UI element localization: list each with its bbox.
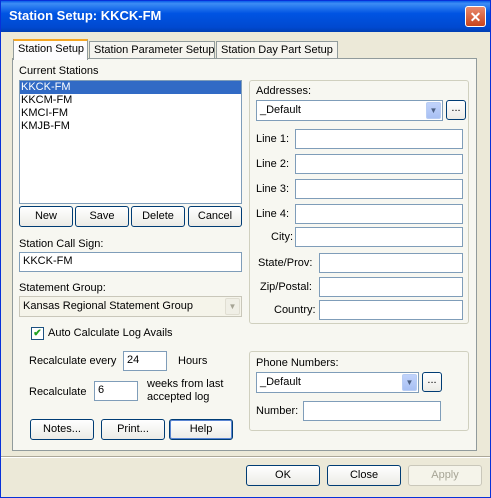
country-input[interactable] bbox=[319, 300, 463, 320]
phone-select[interactable]: _Default ▼ bbox=[256, 372, 419, 393]
city-label: City: bbox=[271, 231, 293, 243]
new-button[interactable]: New bbox=[19, 206, 73, 227]
line3-input[interactable] bbox=[295, 179, 463, 199]
state-input[interactable] bbox=[319, 253, 463, 273]
auto-calc-checkbox[interactable]: ✔ bbox=[31, 327, 44, 340]
weeks-label-line2: accepted log bbox=[147, 391, 210, 403]
close-window-button[interactable]: ✕ bbox=[465, 6, 486, 27]
close-button[interactable]: Close bbox=[327, 465, 401, 486]
line1-label: Line 1: bbox=[256, 133, 290, 145]
statement-group-label: Statement Group: bbox=[19, 282, 106, 294]
station-setup-dialog: Station Setup: KKCK-FM ✕ Station Setup S… bbox=[0, 0, 491, 498]
notes-button[interactable]: Notes... bbox=[30, 419, 94, 440]
close-icon: ✕ bbox=[469, 9, 482, 25]
line2-input[interactable] bbox=[295, 154, 463, 174]
save-button[interactable]: Save bbox=[75, 206, 129, 227]
statement-group-select[interactable]: Kansas Regional Statement Group ▼ bbox=[19, 296, 242, 317]
list-item[interactable]: KKCM-FM bbox=[20, 94, 241, 107]
tab-station-day-part-setup[interactable]: Station Day Part Setup bbox=[216, 41, 338, 59]
addresses-value: _Default bbox=[260, 104, 301, 116]
recalc-every-label: Recalculate every bbox=[29, 355, 117, 367]
line2-label: Line 2: bbox=[256, 158, 290, 170]
apply-button[interactable]: Apply bbox=[408, 465, 482, 486]
recalc-label: Recalculate bbox=[29, 386, 87, 398]
list-item[interactable]: KMCI-FM bbox=[20, 107, 241, 120]
cancel-button[interactable]: Cancel bbox=[188, 206, 242, 227]
phone-numbers-label: Phone Numbers: bbox=[256, 357, 339, 369]
tab-station-parameter-setup[interactable]: Station Parameter Setup bbox=[89, 41, 215, 59]
call-sign-label: Station Call Sign: bbox=[19, 238, 104, 250]
dialog-divider bbox=[1, 456, 490, 458]
hours-label: Hours bbox=[178, 355, 208, 367]
help-button[interactable]: Help bbox=[169, 419, 233, 440]
recalc-hours-input[interactable]: 24 bbox=[123, 351, 167, 371]
list-item[interactable]: KMJB-FM bbox=[20, 120, 241, 133]
auto-calc-label: Auto Calculate Log Avails bbox=[48, 327, 173, 339]
window-title: Station Setup: KKCK-FM bbox=[9, 8, 162, 23]
delete-button[interactable]: Delete bbox=[131, 206, 185, 227]
phone-number-input[interactable] bbox=[303, 401, 441, 421]
call-sign-input[interactable]: KKCK-FM bbox=[19, 252, 242, 272]
chevron-down-icon: ▼ bbox=[426, 102, 441, 119]
list-item[interactable]: KKCK-FM bbox=[20, 81, 241, 94]
ok-button[interactable]: OK bbox=[246, 465, 320, 486]
zip-label: Zip/Postal: bbox=[260, 281, 312, 293]
zip-input[interactable] bbox=[319, 277, 463, 297]
state-label: State/Prov: bbox=[258, 257, 313, 269]
recalc-weeks-input[interactable]: 6 bbox=[94, 381, 138, 401]
stations-listbox[interactable]: KKCK-FM KKCM-FM KMCI-FM KMJB-FM bbox=[19, 80, 242, 204]
city-input[interactable] bbox=[295, 227, 463, 247]
chevron-down-icon: ▼ bbox=[225, 298, 240, 315]
addresses-select[interactable]: _Default ▼ bbox=[256, 100, 443, 121]
addresses-label: Addresses: bbox=[256, 85, 312, 97]
tab-panel: Current Stations KKCK-FM KKCM-FM KMCI-FM… bbox=[12, 58, 477, 451]
line1-input[interactable] bbox=[295, 129, 463, 149]
line4-label: Line 4: bbox=[256, 208, 290, 220]
phone-browse-button[interactable]: ... bbox=[422, 372, 442, 392]
chevron-down-icon: ▼ bbox=[402, 374, 417, 391]
phone-value: _Default bbox=[260, 376, 301, 388]
print-button[interactable]: Print... bbox=[101, 419, 165, 440]
number-label: Number: bbox=[256, 405, 299, 417]
statement-group-value: Kansas Regional Statement Group bbox=[23, 300, 193, 312]
weeks-label-line1: weeks from last bbox=[147, 378, 224, 390]
tab-station-setup[interactable]: Station Setup bbox=[13, 39, 88, 60]
current-stations-label: Current Stations bbox=[19, 65, 99, 77]
title-bar[interactable]: Station Setup: KKCK-FM ✕ bbox=[1, 1, 490, 32]
line3-label: Line 3: bbox=[256, 183, 290, 195]
line4-input[interactable] bbox=[295, 204, 463, 224]
checkmark-icon: ✔ bbox=[33, 328, 42, 339]
addresses-browse-button[interactable]: ... bbox=[446, 100, 466, 120]
country-label: Country: bbox=[274, 304, 316, 316]
